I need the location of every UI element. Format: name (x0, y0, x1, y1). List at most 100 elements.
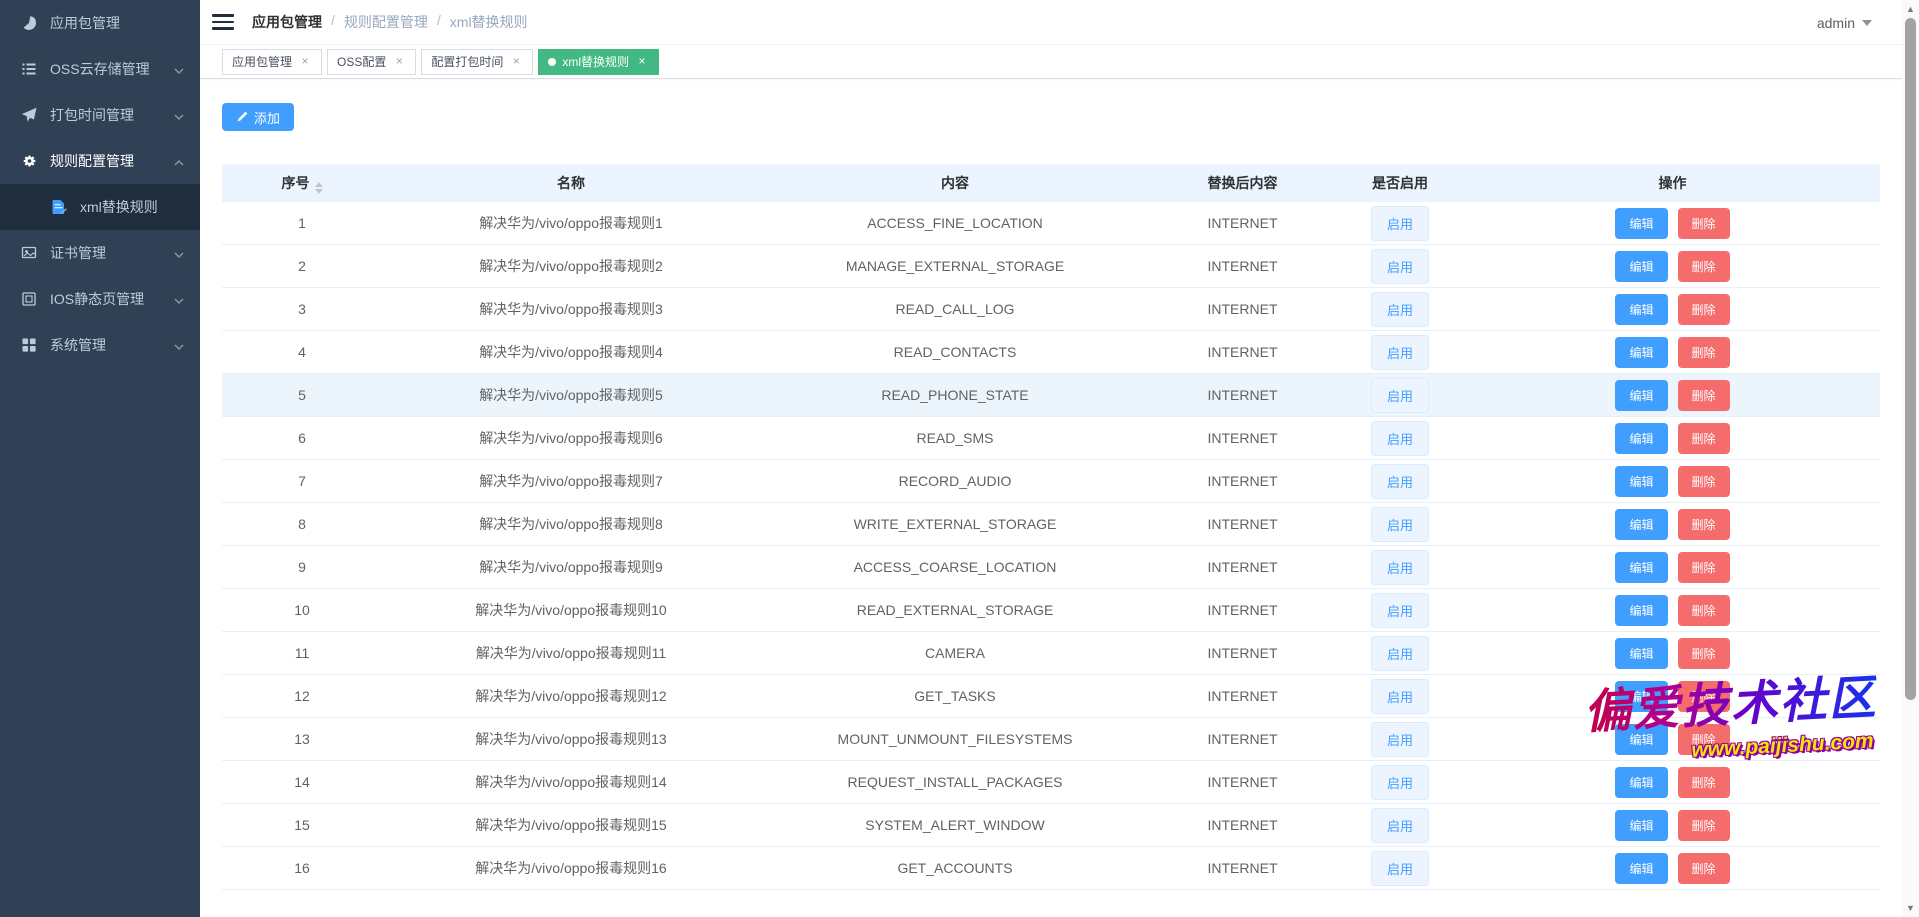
delete-button[interactable]: 删除 (1678, 380, 1730, 411)
enable-badge[interactable]: 启用 (1371, 507, 1429, 542)
page-icon (20, 290, 38, 308)
tab-label: xml替换规则 (562, 53, 629, 70)
chevron-down-icon (1862, 20, 1872, 26)
user-menu[interactable]: admin (1817, 0, 1872, 45)
delete-button[interactable]: 删除 (1678, 251, 1730, 282)
close-icon[interactable]: × (298, 55, 312, 69)
enable-badge[interactable]: 启用 (1371, 765, 1429, 800)
delete-button[interactable]: 删除 (1678, 595, 1730, 626)
tab-label: 应用包管理 (232, 53, 292, 70)
table-body: 1解决华为/vivo/oppo报毒规则1ACCESS_FINE_LOCATION… (222, 202, 1880, 890)
sidebar-item-7[interactable]: IOS静态页管理 (0, 276, 200, 322)
cell-index: 14 (222, 774, 382, 790)
enable-badge[interactable]: 启用 (1371, 421, 1429, 456)
delete-button[interactable]: 删除 (1678, 681, 1730, 712)
scroll-down-icon[interactable]: ▼ (1902, 901, 1919, 915)
close-icon[interactable]: × (509, 55, 523, 69)
hamburger-menu-icon[interactable] (212, 14, 234, 30)
content-area: 添加 序号名称内容替换后内容是否启用操作 1解决华为/vivo/oppo报毒规则… (200, 79, 1902, 890)
cell-actions: 编辑删除 (1465, 724, 1880, 755)
enable-badge[interactable]: 启用 (1371, 550, 1429, 585)
edit-button[interactable]: 编辑 (1615, 337, 1667, 368)
sidebar-item-1[interactable]: 应用包管理 (0, 0, 200, 46)
cell-index: 13 (222, 731, 382, 747)
sidebar-item-label: 应用包管理 (50, 13, 120, 33)
table-row: 8解决华为/vivo/oppo报毒规则8WRITE_EXTERNAL_STORA… (222, 503, 1880, 546)
sidebar-item-2[interactable]: OSS云存储管理 (0, 46, 200, 92)
delete-button[interactable]: 删除 (1678, 208, 1730, 239)
delete-button[interactable]: 删除 (1678, 337, 1730, 368)
edit-button[interactable]: 编辑 (1615, 251, 1667, 282)
edit-button[interactable]: 编辑 (1615, 208, 1667, 239)
sidebar-item-3[interactable]: 打包时间管理 (0, 92, 200, 138)
delete-button[interactable]: 删除 (1678, 853, 1730, 884)
cell-actions: 编辑删除 (1465, 423, 1880, 454)
cell-actions: 编辑删除 (1465, 251, 1880, 282)
enable-badge[interactable]: 启用 (1371, 722, 1429, 757)
edit-button[interactable]: 编辑 (1615, 810, 1667, 841)
cell-actions: 编辑删除 (1465, 552, 1880, 583)
delete-button[interactable]: 删除 (1678, 466, 1730, 497)
enable-badge[interactable]: 启用 (1371, 206, 1429, 241)
sidebar-item-4[interactable]: 规则配置管理 (0, 138, 200, 184)
top-navbar: 应用包管理/规则配置管理/xml替换规则 admin (200, 0, 1902, 45)
table-row: 16解决华为/vivo/oppo报毒规则16GET_ACCOUNTSINTERN… (222, 847, 1880, 890)
table-row: 3解决华为/vivo/oppo报毒规则3READ_CALL_LOGINTERNE… (222, 288, 1880, 331)
sidebar-item-8[interactable]: 系统管理 (0, 322, 200, 368)
delete-button[interactable]: 删除 (1678, 294, 1730, 325)
add-button[interactable]: 添加 (222, 103, 294, 131)
sidebar-item-label: IOS静态页管理 (50, 289, 144, 309)
tab-1[interactable]: 应用包管理 × (222, 49, 322, 75)
delete-button[interactable]: 删除 (1678, 423, 1730, 454)
cell-name: 解决华为/vivo/oppo报毒规则6 (382, 428, 760, 448)
tab-2[interactable]: OSS配置× (327, 49, 416, 75)
cell-replaced: INTERNET (1150, 602, 1335, 618)
chevron-down-icon (174, 109, 184, 119)
cell-enabled: 启用 (1335, 851, 1465, 886)
edit-button[interactable]: 编辑 (1615, 294, 1667, 325)
enable-badge[interactable]: 启用 (1371, 464, 1429, 499)
close-icon[interactable]: × (392, 55, 406, 69)
edit-button[interactable]: 编辑 (1615, 638, 1667, 669)
enable-badge[interactable]: 启用 (1371, 292, 1429, 327)
scrollbar[interactable]: ▲ ▼ (1902, 0, 1919, 917)
scrollbar-thumb[interactable] (1905, 18, 1916, 700)
edit-button[interactable]: 编辑 (1615, 380, 1667, 411)
edit-button[interactable]: 编辑 (1615, 724, 1667, 755)
column-header-1[interactable]: 序号 (222, 173, 382, 194)
tab-4[interactable]: xml替换规则 × (538, 49, 659, 75)
sidebar-item-6[interactable]: 证书管理 (0, 230, 200, 276)
delete-button[interactable]: 删除 (1678, 724, 1730, 755)
enable-badge[interactable]: 启用 (1371, 378, 1429, 413)
edit-button[interactable]: 编辑 (1615, 423, 1667, 454)
enable-badge[interactable]: 启用 (1371, 851, 1429, 886)
tab-3[interactable]: 配置打包时间× (421, 49, 533, 75)
enable-badge[interactable]: 启用 (1371, 808, 1429, 843)
delete-button[interactable]: 删除 (1678, 810, 1730, 841)
enable-badge[interactable]: 启用 (1371, 249, 1429, 284)
close-icon[interactable]: × (635, 55, 649, 69)
cell-enabled: 启用 (1335, 808, 1465, 843)
edit-button[interactable]: 编辑 (1615, 681, 1667, 712)
scroll-up-icon[interactable]: ▲ (1902, 2, 1919, 16)
delete-button[interactable]: 删除 (1678, 767, 1730, 798)
cell-replaced: INTERNET (1150, 215, 1335, 231)
cell-actions: 编辑删除 (1465, 595, 1880, 626)
enable-badge[interactable]: 启用 (1371, 335, 1429, 370)
edit-button[interactable]: 编辑 (1615, 767, 1667, 798)
delete-button[interactable]: 删除 (1678, 638, 1730, 669)
edit-button[interactable]: 编辑 (1615, 466, 1667, 497)
sidebar-item-5[interactable]: xml替换规则 (0, 184, 200, 230)
sort-icon[interactable] (315, 182, 323, 194)
edit-button[interactable]: 编辑 (1615, 595, 1667, 626)
breadcrumb-item[interactable]: 应用包管理 (252, 12, 322, 32)
delete-button[interactable]: 删除 (1678, 552, 1730, 583)
edit-button[interactable]: 编辑 (1615, 853, 1667, 884)
delete-button[interactable]: 删除 (1678, 509, 1730, 540)
edit-button[interactable]: 编辑 (1615, 509, 1667, 540)
enable-badge[interactable]: 启用 (1371, 679, 1429, 714)
enable-badge[interactable]: 启用 (1371, 636, 1429, 671)
enable-badge[interactable]: 启用 (1371, 593, 1429, 628)
edit-button[interactable]: 编辑 (1615, 552, 1667, 583)
cell-actions: 编辑删除 (1465, 380, 1880, 411)
